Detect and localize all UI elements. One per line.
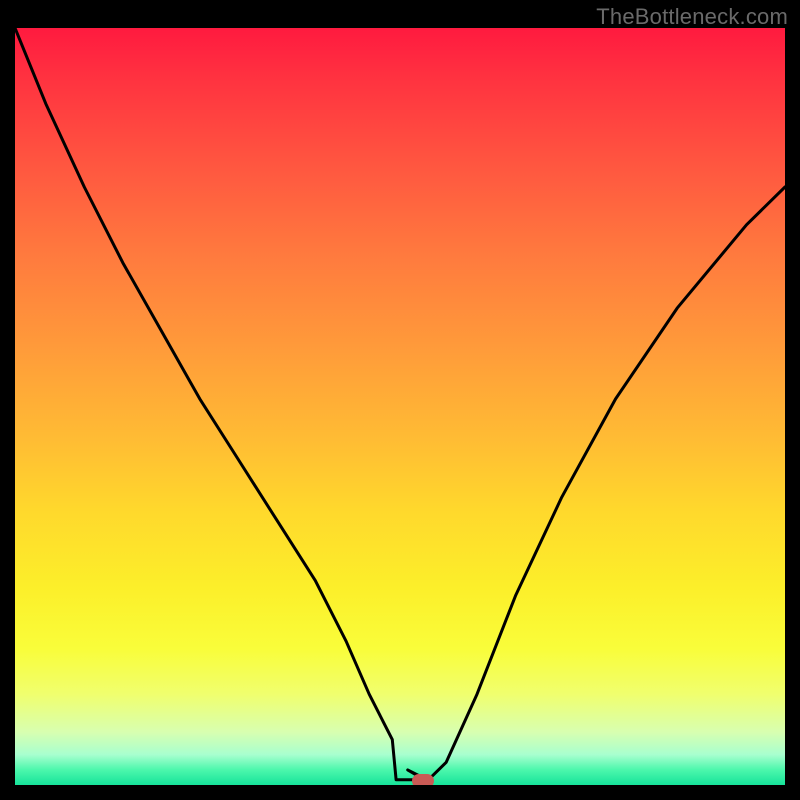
- bottleneck-curve: [15, 28, 785, 781]
- chart-frame: TheBottleneck.com: [0, 0, 800, 800]
- watermark-text: TheBottleneck.com: [596, 4, 788, 30]
- optimal-point-marker: [412, 774, 434, 785]
- curve-layer: [15, 28, 785, 785]
- plot-area: [15, 28, 785, 785]
